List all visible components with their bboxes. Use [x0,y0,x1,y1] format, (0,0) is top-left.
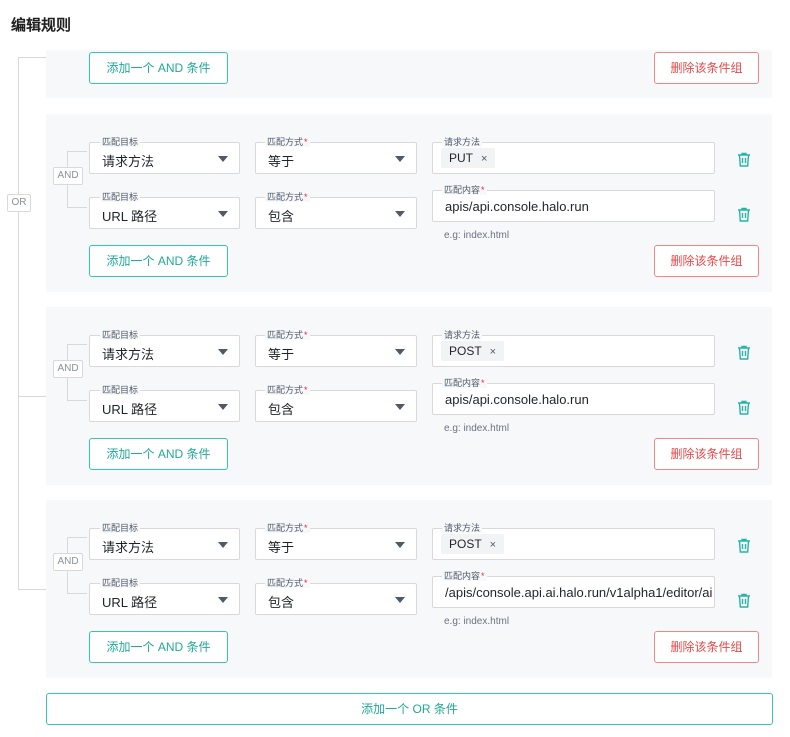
match-content-hint: e.g: index.html [444,616,510,627]
page-title: 编辑规则 [11,17,72,34]
or-badge: OR [7,194,31,212]
match-content-value: /apis/console.api.ai.halo.run/v1alpha1/e… [445,585,713,600]
trash-icon[interactable] [737,152,751,167]
match-content-label: 匹配内容* [442,571,487,581]
caret-down-icon [218,156,228,162]
add-and-condition-button[interactable]: 添加一个 AND 条件 [89,631,228,663]
match-target-label: 匹配目标 [100,578,141,588]
caret-down-icon [395,211,405,217]
and-branch [67,151,87,152]
and-branch [67,537,87,538]
caret-down-icon [395,404,405,410]
trash-icon[interactable] [737,400,751,415]
match-content-hint: e.g: index.html [444,423,510,434]
match-target-value: URL 路径 [102,402,158,417]
match-mode-label: 匹配方式* [265,137,310,147]
caret-down-icon [395,156,405,162]
match-content-hint: e.g: index.html [444,230,510,241]
condition-group-partial: 添加一个 AND 条件 删除该条件组 [46,50,772,98]
match-content-value: apis/api.console.halo.run [445,392,589,407]
match-target-label: 匹配目标 [100,192,141,202]
and-badge: AND [53,360,83,378]
match-target-value: 请求方法 [102,540,155,555]
and-branch [67,400,87,401]
match-mode-value: 等于 [268,154,295,169]
match-target-value: 请求方法 [102,347,155,362]
match-mode-value: 等于 [268,347,295,362]
request-method-label: 请求方法 [442,523,483,533]
caret-down-icon [218,211,228,217]
trash-icon[interactable] [737,345,751,360]
and-branch [67,207,87,208]
caret-down-icon [218,542,228,548]
or-connector-line [18,57,19,589]
match-mode-label: 匹配方式* [265,523,310,533]
tag-close-icon[interactable]: × [490,346,496,358]
trash-icon[interactable] [737,538,751,553]
add-and-condition-button[interactable]: 添加一个 AND 条件 [89,245,228,277]
delete-condition-group-button[interactable]: 删除该条件组 [654,245,759,277]
match-mode-value: 包含 [268,402,295,417]
delete-condition-group-button[interactable]: 删除该条件组 [654,438,759,470]
match-mode-label: 匹配方式* [265,385,310,395]
delete-condition-group-button[interactable]: 删除该条件组 [654,631,759,663]
match-target-value: URL 路径 [102,595,158,610]
or-branch-bottom [18,589,46,590]
delete-condition-group-button[interactable]: 删除该条件组 [654,52,759,84]
match-mode-value: 等于 [268,540,295,555]
match-content-label: 匹配内容* [442,378,487,388]
caret-down-icon [395,349,405,355]
trash-icon[interactable] [737,593,751,608]
or-connector-group-2 [18,396,46,397]
or-branch-top [18,57,46,58]
match-mode-label: 匹配方式* [265,192,310,202]
match-target-value: 请求方法 [102,154,155,169]
match-target-label: 匹配目标 [100,330,141,340]
request-method-label: 请求方法 [442,330,483,340]
match-mode-label: 匹配方式* [265,330,310,340]
match-content-value: apis/api.console.halo.run [445,199,589,214]
condition-group: AND 匹配目标 请求方法 匹配方式* 等于 请求方法 POST × 匹配目标 U… [46,500,772,678]
caret-down-icon [395,542,405,548]
caret-down-icon [218,597,228,603]
add-or-condition-button[interactable]: 添加一个 OR 条件 [46,693,773,725]
caret-down-icon [218,349,228,355]
request-method-label: 请求方法 [442,137,483,147]
method-tag: POST × [441,341,505,361]
match-target-label: 匹配目标 [100,523,141,533]
caret-down-icon [395,597,405,603]
match-mode-value: 包含 [268,209,295,224]
add-and-condition-button[interactable]: 添加一个 AND 条件 [89,438,228,470]
match-target-label: 匹配目标 [100,385,141,395]
and-badge: AND [53,167,83,185]
method-tag: PUT × [441,148,496,168]
match-target-label: 匹配目标 [100,137,141,147]
add-and-condition-button[interactable]: 添加一个 AND 条件 [89,52,228,84]
condition-group: AND 匹配目标 请求方法 匹配方式* 等于 请求方法 POST × 匹配目标 U… [46,307,772,485]
condition-group: AND 匹配目标 请求方法 匹配方式* 等于 请求方法 PUT × 匹配目标 UR… [46,114,772,292]
tag-close-icon[interactable]: × [481,153,487,165]
and-branch [67,593,87,594]
and-badge: AND [53,553,83,571]
and-branch [67,344,87,345]
match-mode-value: 包含 [268,595,295,610]
tag-close-icon[interactable]: × [490,539,496,551]
match-content-label: 匹配内容* [442,185,487,195]
caret-down-icon [218,404,228,410]
match-target-value: URL 路径 [102,209,158,224]
match-mode-label: 匹配方式* [265,578,310,588]
trash-icon[interactable] [737,207,751,222]
method-tag: POST × [441,534,505,554]
